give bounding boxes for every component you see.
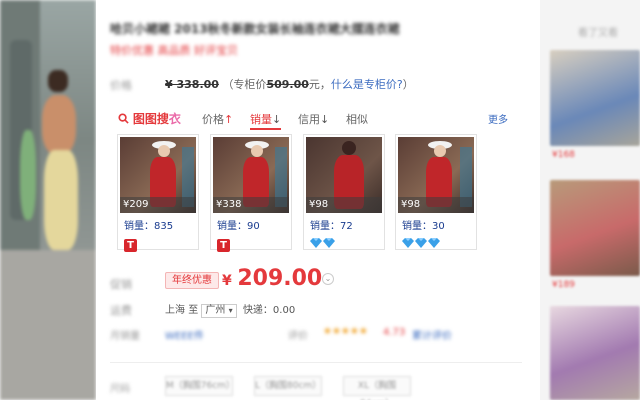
monthly-sales-label: 月销量: [110, 331, 140, 342]
diamond-icon: [323, 238, 335, 248]
card-sales: 销量：835: [124, 217, 173, 232]
ship-to-prefix: 至: [188, 305, 199, 316]
arrow-down-icon: ↓: [272, 113, 282, 126]
magnifier-icon: [118, 112, 133, 126]
divider: [110, 362, 522, 363]
original-price: ¥ 338.00: [165, 78, 219, 91]
tmall-badge-icon: T: [124, 239, 137, 252]
tab-similar[interactable]: 相似: [346, 111, 368, 127]
rating-link[interactable]: 累计评价: [412, 327, 452, 342]
monthly-sales-count: WEEE件: [165, 331, 204, 342]
rating-label: 评价: [288, 331, 308, 342]
price-label: 价格: [110, 79, 132, 92]
tab-price-label: 价格: [202, 113, 224, 126]
tutusou-logo[interactable]: 图图搜衣: [118, 110, 181, 127]
card-badge: [310, 233, 336, 248]
sales-count: 835: [154, 221, 174, 232]
logo-suffix: 衣: [168, 112, 181, 126]
sales-count: 72: [340, 221, 353, 232]
sidebar-thumbnail[interactable]: [550, 50, 640, 146]
counter-price-prefix: （专柜价: [222, 78, 267, 91]
tmall-badge-icon: T: [217, 239, 230, 252]
price-row: ¥ 338.00 （专柜价509.00元，什么是专柜价?）: [165, 76, 414, 92]
sidebar-title: 看了又看: [578, 28, 618, 39]
card-price: ¥98: [306, 197, 382, 213]
rating-value: 4.73: [383, 327, 406, 338]
arrow-down-icon: ↓: [320, 113, 330, 126]
promo-tag: 年终优惠: [165, 272, 219, 289]
shipping-row: 上海 至 广州 ▾ 快递：0.00: [165, 301, 295, 318]
arrow-up-icon: ↑: [224, 113, 234, 126]
tab-credit-label: 信用: [298, 113, 320, 126]
sidebar-price: ¥168: [552, 150, 575, 160]
card-sales: 销量：72: [310, 217, 353, 232]
product-card[interactable]: ¥338 销量：90 T: [210, 134, 292, 252]
diamond-icon: [310, 238, 322, 248]
product-card[interactable]: ¥98 销量：30: [395, 134, 477, 250]
card-sales: 销量：30: [402, 217, 445, 232]
size-option[interactable]: XL（胸围84cm）: [343, 376, 411, 400]
sales-label: 销量：: [124, 221, 154, 232]
promo-price: ¥ 209.00: [222, 266, 322, 291]
promo-price-amount: 209.00: [237, 266, 323, 291]
diamond-icon: [428, 238, 440, 248]
sales-label: 销量：: [217, 221, 247, 232]
sales-count: 30: [432, 221, 445, 232]
size-option[interactable]: M（胸围76cm）: [165, 376, 235, 396]
card-badge: T: [217, 233, 230, 252]
tab-similar-label: 相似: [346, 113, 368, 126]
card-price: ¥338: [213, 197, 289, 213]
currency-symbol: ¥: [222, 273, 232, 289]
counter-price-close: ）: [402, 78, 414, 91]
promo-label: 促销: [110, 278, 132, 291]
diamond-icon: [402, 238, 414, 248]
what-is-counter-price-link[interactable]: 什么是专柜价?: [331, 78, 403, 91]
sidebar-thumbnail[interactable]: [550, 180, 640, 276]
street-photo-left: [0, 0, 96, 400]
sales-label: 销量：: [310, 221, 340, 232]
sales-label: 销量：: [402, 221, 432, 232]
tab-sales-label: 销量: [250, 113, 272, 126]
size-option[interactable]: L（胸围80cm）: [254, 376, 322, 396]
sidebar-thumbnail[interactable]: [550, 306, 640, 400]
card-badge: [402, 233, 441, 248]
tab-sales[interactable]: 销量↓: [250, 111, 282, 130]
destination-value: 广州: [205, 305, 226, 316]
tab-credit[interactable]: 信用↓: [298, 111, 329, 127]
diamond-icon: [415, 238, 427, 248]
sidebar-price: ¥189: [552, 280, 575, 290]
tab-price[interactable]: 价格↑: [202, 111, 233, 127]
express-fee: 快递：0.00: [242, 305, 296, 316]
product-card[interactable]: ¥98 销量：72: [303, 134, 385, 250]
product-title: 哈贝小裙裙 2013秋冬新款女装长袖连衣裙大摆连衣裙: [110, 22, 400, 36]
logo-text: 图图搜: [132, 112, 169, 126]
chevron-down-icon: ▾: [228, 306, 233, 315]
card-badge: T: [124, 233, 137, 252]
image-search-tabs: 图图搜衣 价格↑ 销量↓ 信用↓ 相似 更多: [118, 110, 518, 130]
counter-price: 509.00: [266, 78, 309, 91]
card-sales: 销量：90: [217, 217, 260, 232]
product-subtitle: 特价优惠 高品质 好评宝贝: [110, 44, 238, 57]
counter-price-suffix: 元，: [308, 78, 331, 91]
sales-count: 90: [247, 221, 260, 232]
destination-select[interactable]: 广州 ▾: [201, 304, 237, 318]
chevron-down-icon[interactable]: ⌄: [322, 273, 334, 285]
product-card[interactable]: ¥209 销量：835 T: [117, 134, 199, 252]
card-price: ¥209: [120, 197, 196, 213]
rating-stars: ★★★★★: [323, 326, 368, 337]
more-link[interactable]: 更多: [488, 111, 508, 126]
shipping-label: 运费: [110, 304, 132, 317]
ship-from: 上海: [165, 305, 185, 316]
size-label: 尺码: [110, 384, 130, 395]
card-price: ¥98: [398, 197, 474, 213]
